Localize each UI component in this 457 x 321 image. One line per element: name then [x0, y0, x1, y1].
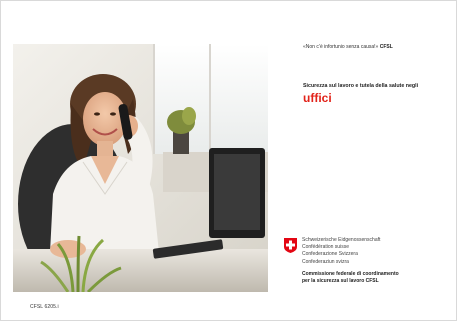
page-subtitle: Sicurezza sul lavoro e tutela della salu… [303, 83, 419, 89]
page-title: uffici [303, 91, 332, 105]
confederation-block: Schweizerische Eidgenossenschaft Confédé… [284, 237, 399, 285]
tagline: «Non c’è infortunio senza causa!» CFSL [303, 44, 393, 50]
document-code: CFSL 6205.i [30, 304, 59, 310]
brochure-cover: CFSL 6205.i «Non c’è infortunio senza ca… [0, 0, 457, 321]
tagline-brand: CFSL [379, 44, 393, 50]
confed-line-rm: Confederaziun svizra [302, 258, 349, 265]
confed-line-it: Confederazione Svizzera [302, 251, 358, 258]
confed-line-de: Schweizerische Eidgenossenschaft [302, 237, 381, 243]
confederation-text: Schweizerische Eidgenossenschaft Confédé… [302, 237, 399, 285]
tagline-quote: «Non c’è infortunio senza causa!» [303, 44, 379, 50]
commission-line-1: Commissione federale di coordinamento [302, 270, 399, 277]
title-block: Sicurezza sul lavoro e tutela della salu… [303, 83, 418, 104]
confed-line-fr: Confédération suisse [302, 244, 349, 251]
office-worker-photo [13, 44, 268, 292]
commission-line-2: per la sicurezza sul lavoro CFSL [302, 277, 379, 284]
swiss-cross-icon [284, 238, 297, 253]
